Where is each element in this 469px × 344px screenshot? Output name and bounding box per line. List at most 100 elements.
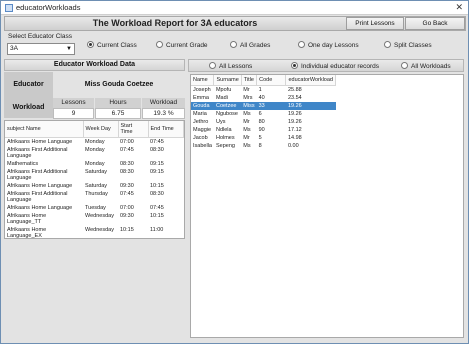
table-row[interactable]: Maggie Ndlela Ms 90 17.12 xyxy=(191,126,336,134)
cell: Joseph xyxy=(193,87,211,93)
close-window-icon[interactable]: ✕ xyxy=(455,2,463,13)
radio-all-workloads[interactable]: All Workloads xyxy=(401,62,451,70)
cell: 40 xyxy=(258,95,265,101)
radio-label: Split Classes xyxy=(394,42,432,49)
cell: 08:30 xyxy=(150,191,164,197)
lessons-table-header-row: subject Name Week Day Start Time End Tim… xyxy=(5,121,184,138)
radio-icon xyxy=(156,41,163,48)
table-row[interactable]: Afrikaans Home Language_TT Wednesday 09:30… xyxy=(5,212,184,226)
radio-label: Current Grade xyxy=(166,42,208,49)
radio-icon xyxy=(209,62,216,69)
radio-split-classes[interactable]: Split Classes xyxy=(384,41,432,49)
table-row[interactable]: Afrikaans Home Language_EX Wednesday 10:15… xyxy=(5,226,184,238)
table-row[interactable]: Afrikaans Home Language Saturday 09:30 10:1… xyxy=(5,182,184,190)
cell: Afrikaans First Additional Language xyxy=(7,169,68,181)
table-row[interactable]: Emma Madi Mrs 40 23.54 xyxy=(191,94,336,102)
cell: Afrikaans Home Language xyxy=(7,139,73,145)
radio-label: All Workloads xyxy=(411,63,451,70)
column-header[interactable]: subject Name xyxy=(5,121,84,138)
column-header[interactable]: End Time xyxy=(148,121,184,138)
cell: 8 xyxy=(258,143,262,149)
cell: Afrikaans Home Language xyxy=(7,205,73,211)
column-header[interactable]: Surname xyxy=(213,75,242,86)
cell: 08:30 xyxy=(120,161,134,167)
hours-col-header: Hours xyxy=(95,98,141,108)
table-row[interactable]: Afrikaans First Additional Language Monda… xyxy=(5,146,184,160)
column-header[interactable]: Start Time xyxy=(118,121,149,138)
print-lessons-button[interactable]: Print Lessons xyxy=(346,17,404,30)
table-row[interactable]: Afrikaans First Additional Language Thurs… xyxy=(5,190,184,204)
radio-label: One day Lessons xyxy=(308,42,359,49)
radio-label: All Grades xyxy=(240,42,271,49)
cell: Wednesday xyxy=(85,213,114,219)
hours-value: 6.75 xyxy=(95,108,141,119)
cell: 1 xyxy=(258,87,262,93)
cell: 07:45 xyxy=(150,139,164,145)
cell: Saturday xyxy=(85,169,108,175)
radio-all-lessons[interactable]: All Lessons xyxy=(209,62,252,70)
column-header[interactable]: Name xyxy=(191,75,215,86)
column-header[interactable]: Week Day xyxy=(83,121,119,138)
cell: 23.54 xyxy=(287,95,302,101)
table-row[interactable]: Joseph Mpofu Mr 1 25.88 xyxy=(191,86,336,95)
cell: 09:15 xyxy=(150,161,164,167)
cell: Miss xyxy=(241,102,257,110)
column-header[interactable]: Code xyxy=(256,75,287,86)
table-row[interactable]: Jethro Uys Mr 80 19.26 xyxy=(191,118,336,126)
cell: 08:30 xyxy=(150,147,164,153)
radio-current-class[interactable]: Current Class xyxy=(87,41,137,49)
lessons-table[interactable]: subject Name Week Day Start Time End Tim… xyxy=(4,120,185,239)
workload-value: 19.3 % xyxy=(142,108,185,119)
go-back-button[interactable]: Go Back xyxy=(405,17,465,30)
table-row[interactable]: Maria Ngubose Ms 6 19.26 xyxy=(191,110,336,118)
cell: 33 xyxy=(256,102,286,110)
column-header[interactable]: Title xyxy=(241,75,258,86)
radio-all-grades[interactable]: All Grades xyxy=(230,41,270,49)
cell: Monday xyxy=(85,161,105,167)
cell: Mr xyxy=(243,135,250,141)
workload-col-header: Workload xyxy=(142,98,185,108)
cell: 19.26 xyxy=(287,119,302,125)
cell: Afrikaans First Additional Language xyxy=(7,147,68,159)
cell: 09:30 xyxy=(120,213,134,219)
cell: Coetzee xyxy=(213,102,242,110)
radio-individual-records[interactable]: Individual educator records xyxy=(291,62,379,70)
radio-current-grade[interactable]: Current Grade xyxy=(156,41,208,49)
cell: Mathematics xyxy=(7,161,39,167)
window-title: educatorWorkloads xyxy=(16,3,81,12)
cell: Maria xyxy=(193,111,207,117)
cell: 6 xyxy=(258,111,262,117)
cell: Isabella xyxy=(193,143,212,149)
cell: 10:15 xyxy=(150,213,164,219)
radio-one-day-lessons[interactable]: One day Lessons xyxy=(298,41,359,49)
cell: 19.26 xyxy=(285,102,336,110)
cell: 10:15 xyxy=(150,183,164,189)
cell: Ms xyxy=(243,127,251,133)
cell: Maggie xyxy=(193,127,212,133)
class-select[interactable]: 3A ▼ xyxy=(7,43,75,55)
cell: 10:15 xyxy=(120,227,134,233)
table-row[interactable]: Afrikaans Home Language Tuesday 07:00 07:45 xyxy=(5,204,184,212)
workload-panel-title: Educator Workload Data xyxy=(4,59,185,71)
column-header[interactable]: educatorWorkload xyxy=(285,75,336,86)
educators-table-header-row: Name Surname Title Code educatorWorkload xyxy=(191,75,336,86)
cell: Ms xyxy=(243,111,251,117)
cell: Afrikaans First Additional Language xyxy=(7,191,68,203)
table-row[interactable]: Afrikaans First Additional Language Satur… xyxy=(5,168,184,182)
chevron-down-icon: ▼ xyxy=(66,46,72,52)
cell: Mr xyxy=(243,87,250,93)
table-row[interactable]: Jacob Holmes Mr 5 14.98 xyxy=(191,134,336,142)
cell: Afrikaans Home Language xyxy=(7,183,73,189)
app-window: educatorWorkloads ✕ The Workload Report … xyxy=(0,0,469,344)
table-row-selected[interactable]: Gouda Coetzee Miss 33 19.26 xyxy=(191,102,336,110)
table-row[interactable]: Mathematics Monday 08:30 09:15 xyxy=(5,160,184,168)
cell: 90 xyxy=(258,127,265,133)
class-select-value: 3A xyxy=(10,45,18,52)
educators-table[interactable]: Name Surname Title Code educatorWorkload… xyxy=(190,74,464,338)
table-row[interactable]: Afrikaans Home Language Monday 07:00 07:45 xyxy=(5,138,184,147)
cell: Monday xyxy=(85,147,105,153)
report-header: The Workload Report for 3A educators Pri… xyxy=(4,16,466,31)
table-row[interactable]: Isabella Sepeng Ms 8 0.00 xyxy=(191,142,336,150)
radio-label: All Lessons xyxy=(219,63,253,70)
cell: Ngubose xyxy=(215,111,238,117)
